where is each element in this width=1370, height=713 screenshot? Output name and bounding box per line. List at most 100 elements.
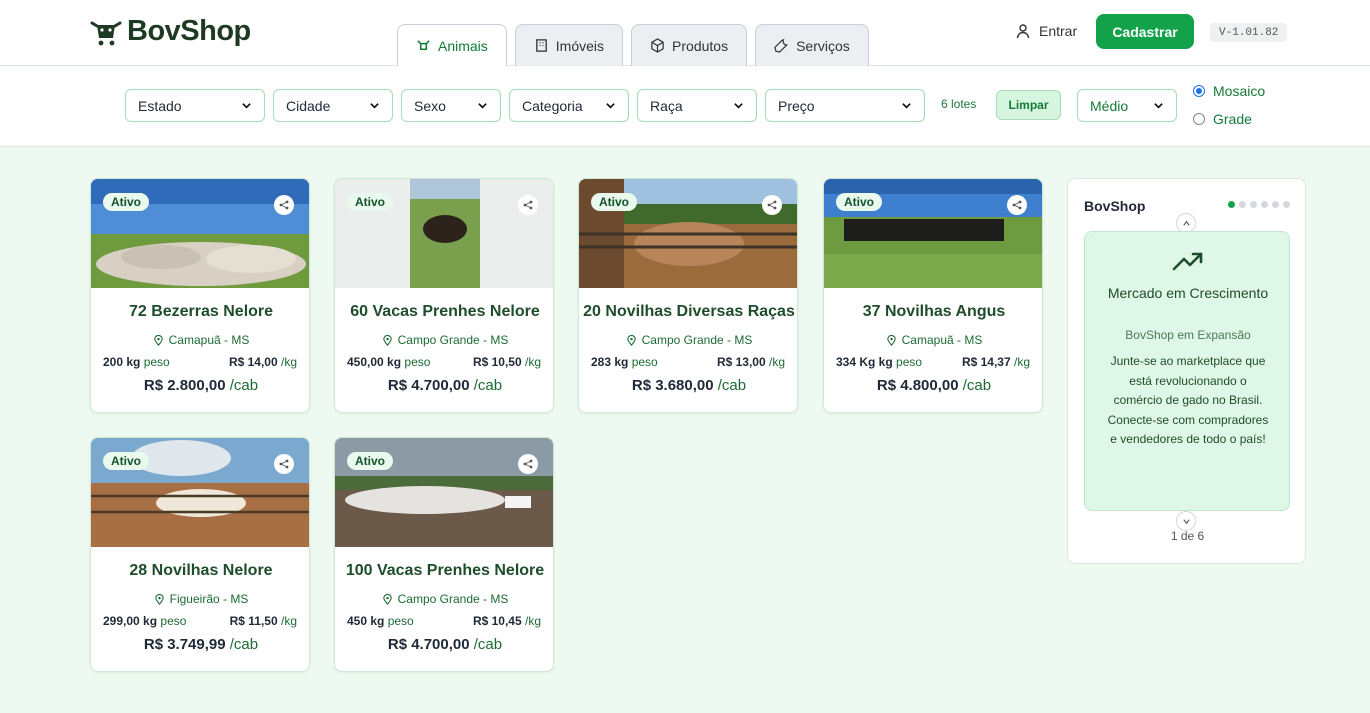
- tab-label: Serviços: [796, 37, 850, 54]
- listing-card[interactable]: Ativo 60 Vacas Prenhes Nelore Campo Gran…: [334, 178, 554, 413]
- listing-price-kg: R$ 10,45 /kg: [473, 614, 541, 628]
- listing-card[interactable]: Ativo 72 Bezerras Nelore Camapuã - MS 20…: [90, 178, 310, 413]
- price-kg-unit: /kg: [280, 355, 297, 369]
- location-text: Campo Grande - MS: [641, 333, 753, 347]
- weight-value: 283 kg: [591, 355, 629, 369]
- status-badge: Ativo: [591, 193, 637, 211]
- carousel-dot[interactable]: [1272, 201, 1279, 208]
- tab-animais[interactable]: Animais: [397, 24, 507, 66]
- sexo-select[interactable]: Sexo: [401, 89, 501, 122]
- share-button[interactable]: [274, 195, 294, 215]
- price-kg-unit: /kg: [524, 614, 541, 628]
- brand-logo[interactable]: BovShop: [89, 14, 251, 48]
- chevron-down-icon: [902, 103, 911, 109]
- carousel-prev-button[interactable]: [1176, 213, 1196, 233]
- price-head-value: R$ 2.800,00: [143, 377, 226, 394]
- listing-title: 100 Vacas Prenhes Nelore: [345, 562, 545, 579]
- price-kg-unit: /kg: [524, 355, 541, 369]
- share-icon: [523, 200, 533, 210]
- clear-filters-button[interactable]: Limpar: [996, 90, 1061, 120]
- user-icon: [1016, 24, 1030, 39]
- listing-price-kg: R$ 14,37 /kg: [962, 355, 1030, 369]
- listing-price-kg: R$ 11,50 /kg: [230, 614, 297, 628]
- carousel-title: BovShop: [1084, 198, 1146, 214]
- share-button[interactable]: [762, 195, 782, 215]
- carousel-dot[interactable]: [1239, 201, 1246, 208]
- listing-price-kg: R$ 13,00 /kg: [717, 355, 785, 369]
- weight-unit: peso: [143, 355, 170, 369]
- listing-title: 37 Novilhas Angus: [862, 303, 1006, 320]
- price-head-unit: /cab: [717, 377, 747, 394]
- tab-servicos[interactable]: Serviços: [755, 24, 869, 66]
- chevron-down-icon: [734, 103, 743, 109]
- status-badge: Ativo: [103, 193, 149, 211]
- share-button[interactable]: [518, 454, 538, 474]
- raca-select[interactable]: Raça: [637, 89, 757, 122]
- tab-imoveis[interactable]: Imóveis: [514, 24, 624, 66]
- price-kg-value: R$ 10,45: [472, 614, 522, 628]
- share-icon: [279, 459, 289, 469]
- share-button[interactable]: [518, 195, 538, 215]
- tab-label: Produtos: [672, 37, 729, 54]
- carousel-dot[interactable]: [1250, 201, 1257, 208]
- price-kg-value: R$ 13,00: [716, 355, 766, 369]
- carousel-next-button[interactable]: [1176, 511, 1196, 531]
- trending-up-icon: [1172, 252, 1203, 271]
- price-head-value: R$ 4.700,00: [387, 636, 470, 653]
- status-badge: Ativo: [103, 452, 149, 470]
- listing-weight: 334 Kg kg peso: [836, 355, 922, 369]
- weight-unit: peso: [404, 355, 431, 369]
- listing-title: 28 Novilhas Nelore: [129, 562, 273, 579]
- share-button[interactable]: [274, 454, 294, 474]
- listing-card[interactable]: Ativo 100 Vacas Prenhes Nelore Campo Gra…: [334, 437, 554, 672]
- size-select[interactable]: Médio: [1077, 89, 1177, 122]
- price-kg-unit: /kg: [1013, 355, 1030, 369]
- price-kg-value: R$ 14,00: [228, 355, 278, 369]
- share-icon: [1012, 200, 1022, 210]
- select-value: Médio: [1090, 97, 1129, 114]
- listing-location: Figueirão - MS: [91, 592, 309, 606]
- listing-card[interactable]: Ativo 20 Novilhas Diversas Raças Campo G…: [578, 178, 798, 413]
- categoria-select[interactable]: Categoria: [509, 89, 629, 122]
- login-link[interactable]: Entrar: [1015, 23, 1077, 39]
- weight-value: 450,00 kg: [347, 355, 402, 369]
- listing-card[interactable]: Ativo 28 Novilhas Nelore Figueirão - MS …: [90, 437, 310, 672]
- listing-location: Campo Grande - MS: [335, 333, 553, 347]
- price-kg-unit: /kg: [280, 614, 297, 628]
- building-icon: [535, 39, 547, 52]
- price-kg-value: R$ 10,50: [472, 355, 522, 369]
- listing-card[interactable]: Ativo 37 Novilhas Angus Camapuã - MS 334…: [823, 178, 1043, 413]
- listing-location: Camapuã - MS: [824, 333, 1042, 347]
- listing-price-head: R$ 4.800,00 /cab: [824, 377, 1042, 394]
- carousel-dots: [1228, 201, 1290, 208]
- category-tabs: Animais Imóveis Produtos Serviços: [397, 24, 869, 66]
- weight-value: 450 kg: [347, 614, 385, 628]
- tab-produtos[interactable]: Produtos: [631, 24, 748, 66]
- price-head-unit: /cab: [229, 636, 259, 653]
- tab-label: Animais: [438, 37, 488, 54]
- preco-select[interactable]: Preço: [765, 89, 925, 122]
- listing-price-head: R$ 4.700,00 /cab: [335, 377, 553, 394]
- carousel-dot[interactable]: [1261, 201, 1268, 208]
- estado-select[interactable]: Estado: [125, 89, 265, 122]
- weight-unit: peso: [160, 614, 187, 628]
- price-head-unit: /cab: [962, 377, 992, 394]
- signup-button[interactable]: Cadastrar: [1096, 14, 1194, 49]
- carousel-dot[interactable]: [1228, 201, 1235, 208]
- cidade-select[interactable]: Cidade: [273, 89, 393, 122]
- share-icon: [279, 200, 289, 210]
- view-mosaic-radio[interactable]: Mosaico: [1193, 83, 1265, 99]
- share-button[interactable]: [1007, 195, 1027, 215]
- listing-weight: 283 kg peso: [591, 355, 658, 369]
- listing-weight: 450,00 kg peso: [347, 355, 430, 369]
- select-value: Categoria: [522, 97, 583, 114]
- weight-value: 200 kg: [103, 355, 141, 369]
- share-icon: [767, 200, 777, 210]
- price-head-unit: /cab: [473, 636, 503, 653]
- cow-icon: [417, 40, 430, 50]
- carousel-pager: 1 de 6: [1170, 529, 1205, 543]
- carousel-dot[interactable]: [1283, 201, 1290, 208]
- status-badge: Ativo: [347, 452, 393, 470]
- select-value: Cidade: [286, 97, 331, 114]
- view-grid-radio[interactable]: Grade: [1193, 111, 1252, 127]
